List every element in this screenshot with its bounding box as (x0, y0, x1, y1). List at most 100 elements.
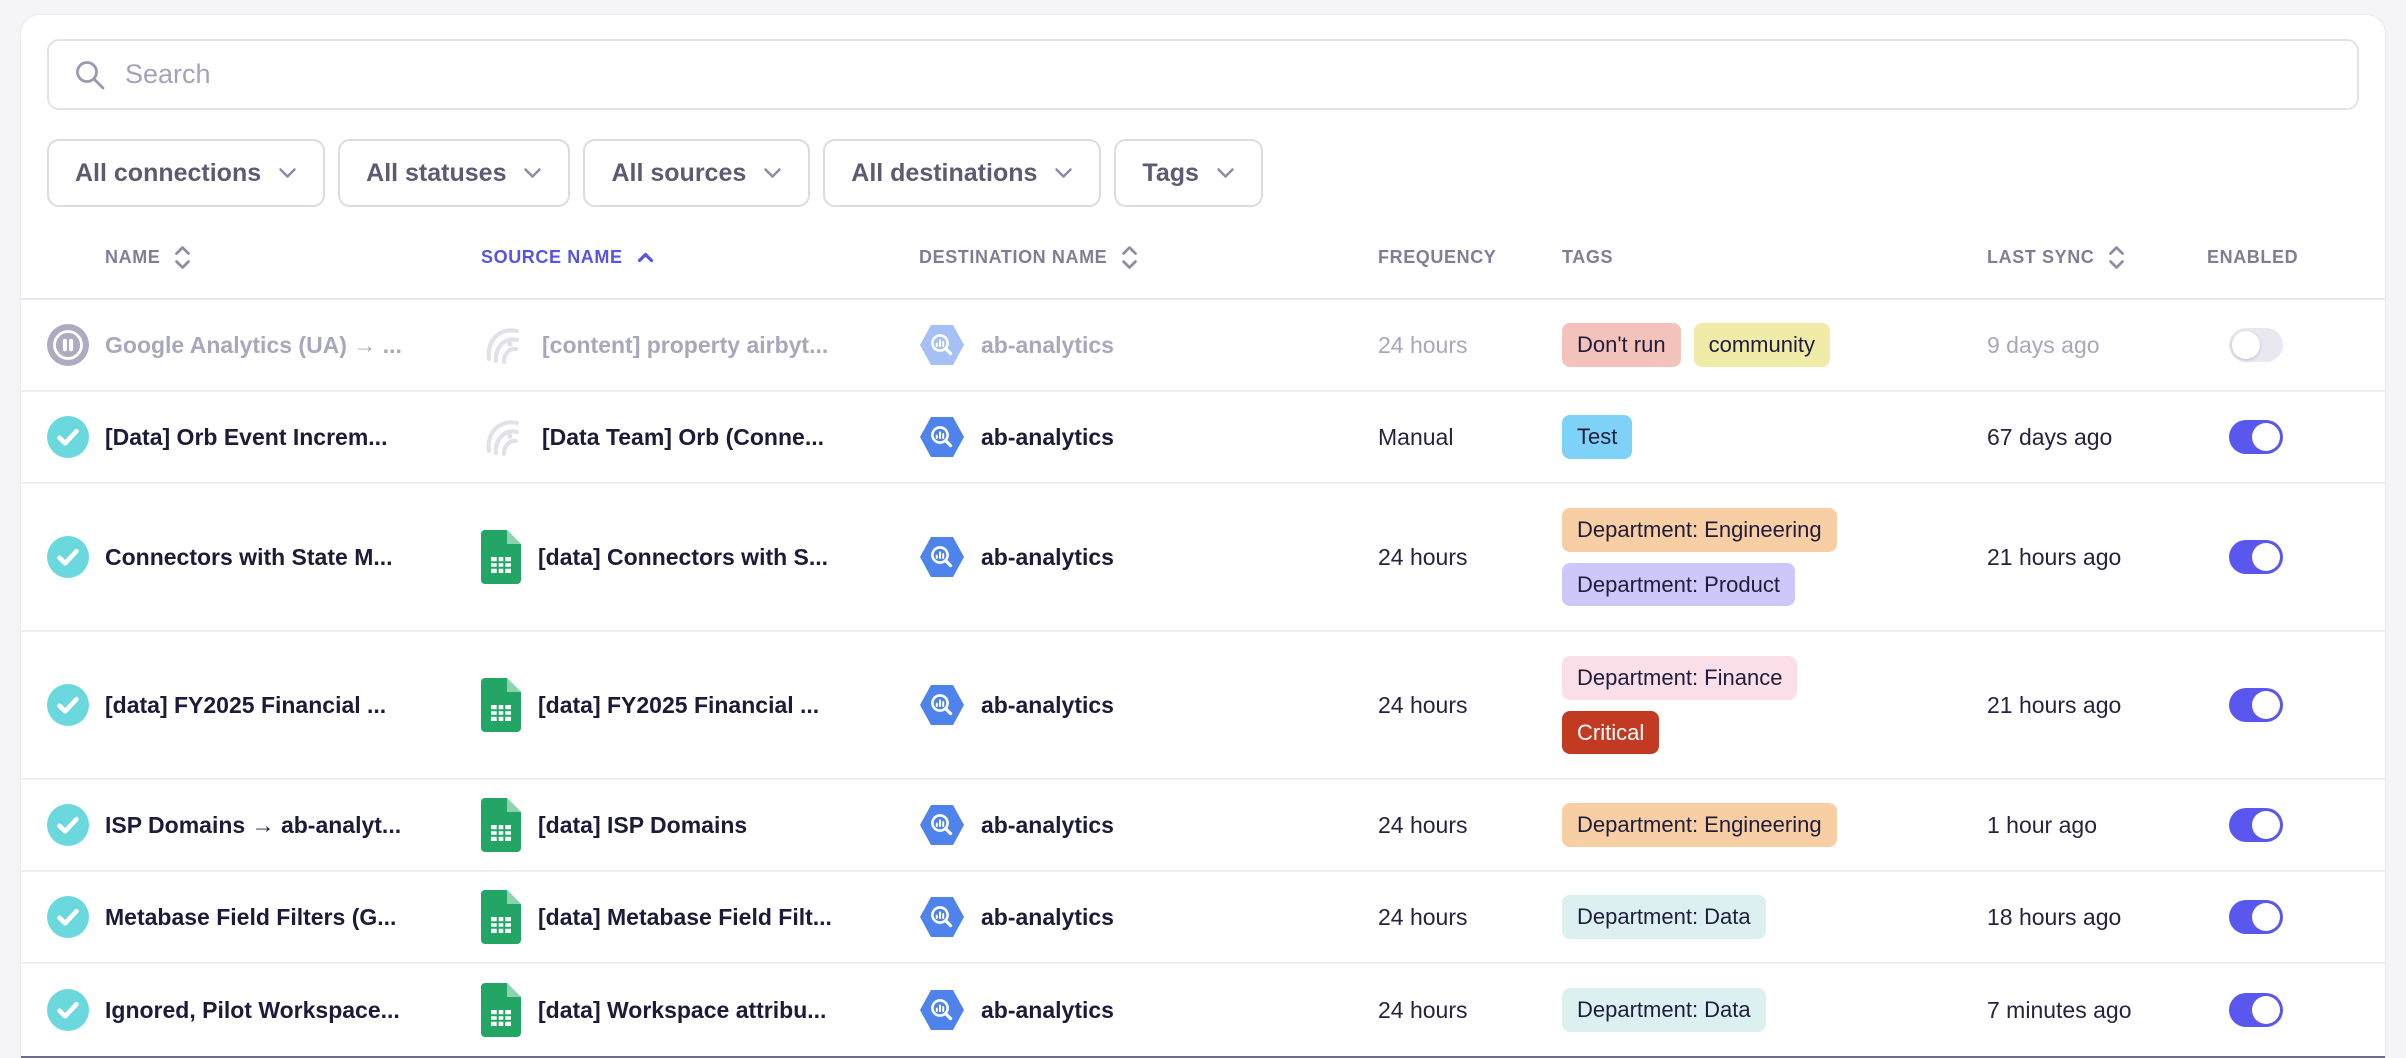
frequency-value: Manual (1378, 424, 1453, 451)
toggle-knob (2232, 331, 2260, 359)
orb-icon (481, 414, 525, 460)
filter-statuses[interactable]: All statuses (338, 139, 570, 207)
enabled-toggle[interactable] (2229, 328, 2283, 362)
bigquery-icon (919, 990, 965, 1030)
column-header-destination-name[interactable]: DESTINATION NAME (901, 244, 1361, 271)
filter-statuses-label: All statuses (366, 159, 506, 188)
destination-name: ab-analytics (981, 424, 1114, 451)
bigquery-icon (919, 417, 965, 457)
bigquery-icon (919, 897, 965, 937)
frequency-value: 24 hours (1378, 812, 1468, 839)
filter-connections[interactable]: All connections (47, 139, 325, 207)
chevron-down-icon (1054, 167, 1073, 179)
destination-name: ab-analytics (981, 332, 1114, 359)
filter-sources-label: All sources (611, 159, 746, 188)
connection-name: Connectors with State M... (105, 544, 393, 571)
tags-cell: Department: EngineeringDepartment: Produ… (1562, 494, 1837, 620)
tag: Department: Data (1562, 895, 1766, 939)
table-row[interactable]: [Data] Orb Event Increm... [Data Team] O… (21, 392, 2385, 484)
google-sheets-icon (481, 530, 521, 584)
toggle-knob (2252, 903, 2280, 931)
connections-table-body: Google Analytics (UA) → ... [content] pr… (21, 300, 2385, 1058)
frequency-value: 24 hours (1378, 544, 1468, 571)
check-circle-icon (47, 989, 89, 1031)
source-name: [data] Metabase Field Filt... (538, 904, 832, 931)
filter-destinations-label: All destinations (851, 159, 1037, 188)
source-name: [data] FY2025 Financial ... (538, 692, 819, 719)
google-sheets-icon (481, 798, 521, 852)
filter-destinations[interactable]: All destinations (823, 139, 1101, 207)
table-row[interactable]: Google Analytics (UA) → ... [content] pr… (21, 300, 2385, 392)
chevron-down-icon (763, 167, 782, 179)
column-header-source-name[interactable]: SOURCE NAME (461, 247, 901, 268)
last-sync-value: 7 minutes ago (1987, 997, 2131, 1024)
tag: Department: Product (1562, 563, 1795, 607)
sort-icon (2106, 244, 2127, 271)
table-row[interactable]: Metabase Field Filters (G... [data] Meta… (21, 872, 2385, 964)
column-header-frequency: FREQUENCY (1361, 247, 1541, 268)
check-circle-icon (47, 684, 89, 726)
column-header-name[interactable]: NAME (21, 244, 461, 271)
frequency-value: 24 hours (1378, 904, 1468, 931)
enabled-toggle[interactable] (2229, 540, 2283, 574)
check-circle-icon (47, 536, 89, 578)
connection-name: ISP Domains → ab-analyt... (105, 812, 401, 839)
search-bar (47, 39, 2359, 110)
toggle-knob (2252, 423, 2280, 451)
last-sync-value: 21 hours ago (1987, 544, 2121, 571)
toggle-knob (2252, 691, 2280, 719)
check-circle-icon (47, 896, 89, 938)
source-name: [data] ISP Domains (538, 812, 747, 839)
filter-tags-label: Tags (1142, 159, 1199, 188)
source-name: [data] Workspace attribu... (538, 997, 826, 1024)
tags-cell: Don't run community (1562, 323, 1830, 367)
bigquery-icon (919, 685, 965, 725)
table-row[interactable]: [data] FY2025 Financial ... [data] FY202… (21, 632, 2385, 780)
enabled-toggle[interactable] (2229, 900, 2283, 934)
tag: community (1694, 323, 1830, 367)
frequency-value: 24 hours (1378, 997, 1468, 1024)
bigquery-icon (919, 325, 965, 365)
table-header: NAME SOURCE NAME DESTINATION NAME FREQUE… (21, 207, 2385, 300)
destination-name: ab-analytics (981, 904, 1114, 931)
filter-bar: All connections All statuses All sources… (47, 139, 2359, 207)
tags-cell: Department: Data (1562, 895, 1766, 939)
source-name: [Data Team] Orb (Conne... (542, 424, 824, 451)
table-row[interactable]: Connectors with State M... [data] Connec… (21, 484, 2385, 632)
filter-sources[interactable]: All sources (583, 139, 810, 207)
tags-cell: Department: Data (1562, 988, 1766, 1032)
enabled-toggle[interactable] (2229, 993, 2283, 1027)
google-sheets-icon (481, 890, 521, 944)
enabled-toggle[interactable] (2229, 688, 2283, 722)
enabled-toggle[interactable] (2229, 808, 2283, 842)
enabled-toggle[interactable] (2229, 420, 2283, 454)
filter-connections-label: All connections (75, 159, 261, 188)
frequency-value: 24 hours (1378, 332, 1468, 359)
google-sheets-icon (481, 678, 521, 732)
tag: Don't run (1562, 323, 1681, 367)
column-header-last-sync[interactable]: LAST SYNC (1961, 244, 2201, 271)
source-name: [content] property airbyt... (542, 332, 828, 359)
toggle-knob (2252, 543, 2280, 571)
table-row[interactable]: Ignored, Pilot Workspace... [data] Works… (21, 964, 2385, 1056)
connections-panel: All connections All statuses All sources… (20, 14, 2386, 1058)
toggle-knob (2252, 996, 2280, 1024)
toggle-knob (2252, 811, 2280, 839)
destination-name: ab-analytics (981, 812, 1114, 839)
filter-tags[interactable]: Tags (1114, 139, 1263, 207)
tags-cell: Department: Engineering (1562, 803, 1837, 847)
tag: Department: Data (1562, 988, 1766, 1032)
table-row[interactable]: ISP Domains → ab-analyt... [data] ISP Do… (21, 780, 2385, 872)
connection-name: [data] FY2025 Financial ... (105, 692, 386, 719)
tags-cell: Test (1562, 415, 1632, 459)
sort-asc-icon (635, 251, 656, 264)
last-sync-value: 21 hours ago (1987, 692, 2121, 719)
connection-name: Google Analytics (UA) → ... (105, 332, 402, 359)
tag: Test (1562, 415, 1632, 459)
search-input[interactable] (125, 41, 2333, 108)
column-header-tags: TAGS (1541, 247, 1961, 268)
tag: Department: Finance (1562, 656, 1797, 700)
connection-name: Ignored, Pilot Workspace... (105, 997, 400, 1024)
tags-cell: Department: FinanceCritical (1562, 642, 1797, 768)
check-circle-icon (47, 416, 89, 458)
